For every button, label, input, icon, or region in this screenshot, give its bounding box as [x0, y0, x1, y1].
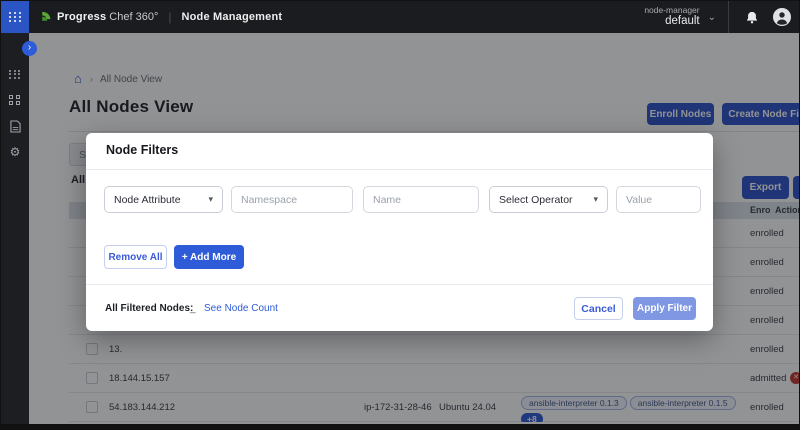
operator-value: Select Operator — [499, 194, 573, 206]
org-env: default — [644, 15, 699, 28]
sidebar-item-nodes[interactable] — [1, 61, 29, 87]
name-input[interactable] — [363, 186, 479, 213]
org-switcher[interactable]: node-manager default — [644, 6, 699, 28]
brand-primary: Progress — [57, 11, 106, 23]
bell-icon — [745, 10, 759, 25]
operator-dropdown[interactable]: Select Operator ▾ — [489, 186, 608, 213]
modal-divider — [86, 284, 713, 285]
account-button[interactable] — [773, 8, 791, 26]
notifications-button[interactable] — [745, 10, 759, 25]
gear-icon: ⚙ — [10, 146, 21, 158]
value-input[interactable] — [616, 186, 701, 213]
brand-secondary: Chef 360° — [109, 11, 158, 23]
topbar-separator — [728, 1, 729, 33]
topbar-right: node-manager default ⌄ — [644, 1, 800, 33]
top-bar: Progress Chef 360° | Node Management nod… — [1, 1, 800, 33]
brand-logo: Progress Chef 360° — [39, 11, 158, 24]
document-icon — [10, 120, 21, 133]
topbar-divider: | — [168, 10, 171, 24]
app-window: Progress Chef 360° | Node Management nod… — [0, 0, 800, 430]
sidebar-item-docs[interactable] — [1, 113, 29, 139]
remove-all-button[interactable]: Remove All — [104, 245, 167, 269]
sidebar-item-settings[interactable]: ⚙ — [1, 139, 29, 165]
sidebar-item-apps[interactable] — [1, 87, 29, 113]
node-filters-modal: Node Filters Node Attribute ▾ Select Ope… — [86, 133, 713, 331]
left-sidebar: ⚙ — [1, 33, 29, 429]
filtered-nodes-value: _ — [190, 303, 196, 314]
avatar-icon — [773, 8, 791, 26]
modal-divider — [86, 169, 713, 170]
grid-icon — [9, 95, 21, 105]
see-node-count-link[interactable]: See Node Count — [204, 303, 278, 314]
waffle-icon — [9, 12, 22, 22]
bottom-border — [1, 424, 799, 429]
node-attribute-dropdown[interactable]: Node Attribute ▾ — [104, 186, 223, 213]
apply-filter-button[interactable]: Apply Filter — [633, 297, 696, 320]
filtered-nodes-label: All Filtered Nodes: — [105, 303, 193, 314]
nodes-icon — [9, 70, 21, 79]
app-title: Node Management — [181, 11, 282, 23]
modal-title: Node Filters — [106, 143, 178, 157]
chevron-down-icon: ⌄ — [708, 12, 716, 23]
namespace-input[interactable] — [231, 186, 353, 213]
app-launcher-button[interactable] — [1, 1, 29, 33]
sidebar-expand-button[interactable]: › — [22, 41, 37, 56]
cancel-button[interactable]: Cancel — [574, 297, 623, 320]
add-more-button[interactable]: + Add More — [174, 245, 244, 269]
caret-down-icon: ▾ — [208, 194, 213, 205]
node-attribute-value: Node Attribute — [114, 194, 181, 206]
caret-down-icon: ▾ — [593, 194, 598, 205]
progress-logo-icon — [39, 11, 52, 24]
org-name: node-manager — [644, 6, 699, 15]
